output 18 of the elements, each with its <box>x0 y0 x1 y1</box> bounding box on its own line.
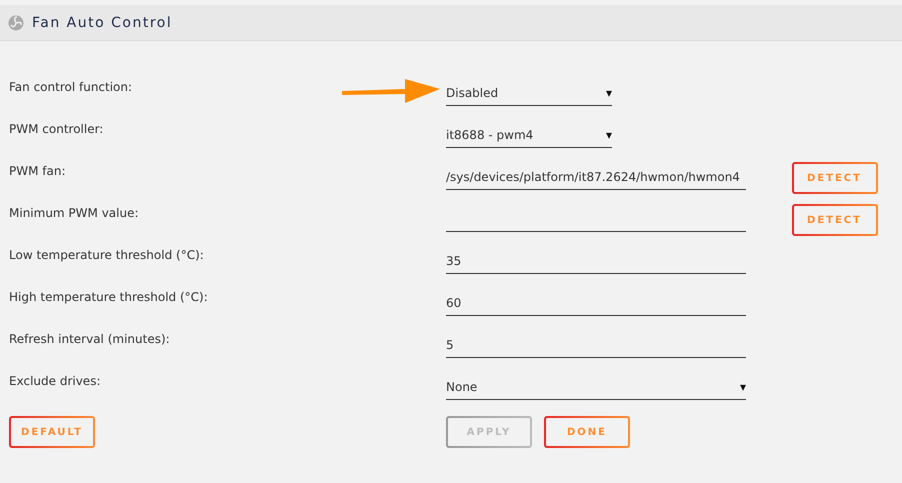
field-label: Refresh interval (minutes): <box>9 331 170 346</box>
input-field[interactable]: 5 <box>446 332 746 358</box>
input-field[interactable]: 60 <box>446 290 746 316</box>
input-field[interactable]: /sys/devices/platform/it87.2624/hwmon/hwmon4 <box>446 164 746 190</box>
field-label: Minimum PWM value: <box>9 205 139 220</box>
field-label: Fan control function: <box>9 79 132 94</box>
field-label: PWM controller: <box>9 121 104 136</box>
fan-icon <box>8 14 24 30</box>
dropdown[interactable]: it8688 - pwm4 ▾ <box>446 122 612 148</box>
panel-title: Fan Auto Control <box>32 14 172 30</box>
field-label: Low temperature threshold (°C): <box>9 247 204 262</box>
dropdown[interactable]: None ▾ <box>446 374 746 400</box>
field-label: Exclude drives: <box>9 373 100 388</box>
input-field[interactable]: 35 <box>446 248 746 274</box>
dropdown[interactable]: Disabled ▾ <box>446 80 612 106</box>
field-label: High temperature threshold (°C): <box>9 289 208 304</box>
arrow-icon <box>340 76 440 106</box>
field-label: PWM fan: <box>9 163 66 178</box>
